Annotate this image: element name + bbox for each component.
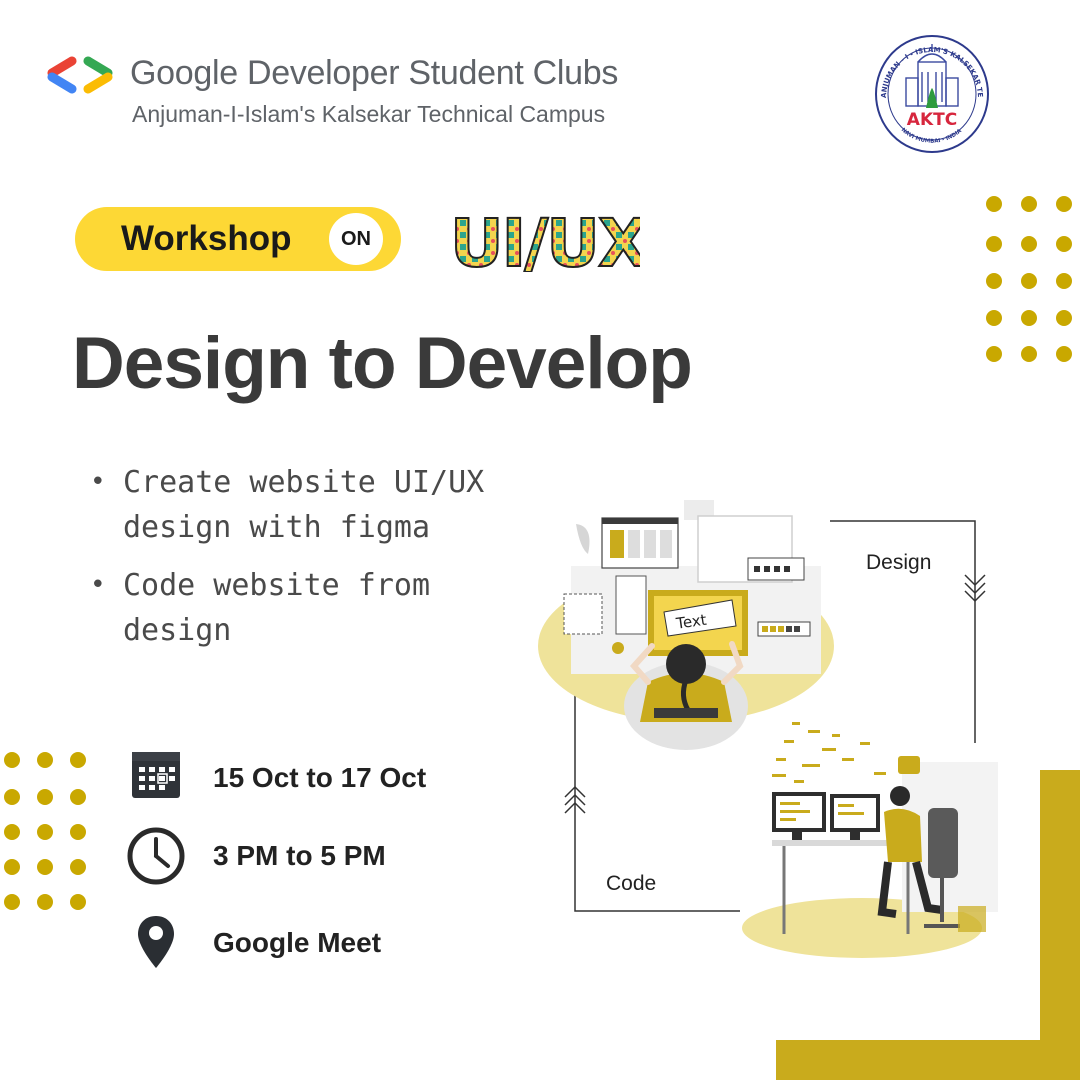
- org-subtitle: Anjuman-I-Islam's Kalsekar Technical Cam…: [132, 101, 606, 127]
- event-time: 3 PM to 5 PM: [213, 840, 386, 871]
- workshop-poster: Google Developer Student Clubs Anjuman-I…: [0, 0, 1080, 1080]
- seal-abbr: AKTC: [907, 110, 957, 130]
- decorative-dot-grid-left: [4, 752, 86, 910]
- gdsc-logo: [47, 56, 113, 94]
- workshop-label: Workshop: [121, 219, 292, 258]
- bullet-dot: •: [90, 467, 106, 497]
- on-badge: ON: [329, 213, 383, 265]
- location-pin-icon: [138, 916, 174, 968]
- workshop-tag: Workshop ON: [75, 207, 401, 271]
- bullet-text: Create website UI/UX design with figma: [123, 465, 485, 545]
- design-step-label: Design: [866, 551, 932, 574]
- uiux-text: UI/UX: [450, 208, 640, 272]
- bullet-dot: •: [90, 570, 106, 600]
- event-date: 15 Oct to 17 Oct: [213, 762, 427, 793]
- decorative-dot-grid-right: [986, 196, 1072, 362]
- event-headline: Design to Develop: [72, 323, 693, 404]
- college-seal-logo: ANJUMAN - I - ISLAM'S KALSEKAR TECHNICAL…: [868, 28, 989, 153]
- event-venue: Google Meet: [213, 927, 382, 958]
- uiux-lettering-art: UI/UX: [449, 208, 640, 272]
- coder-illustration: [742, 722, 998, 958]
- bullet-text: Code website from design: [123, 568, 431, 648]
- code-step-label: Code: [606, 872, 657, 895]
- org-title: Google Developer Student Clubs: [130, 54, 619, 92]
- clock-icon: [127, 827, 185, 885]
- calendar-icon: [132, 752, 180, 798]
